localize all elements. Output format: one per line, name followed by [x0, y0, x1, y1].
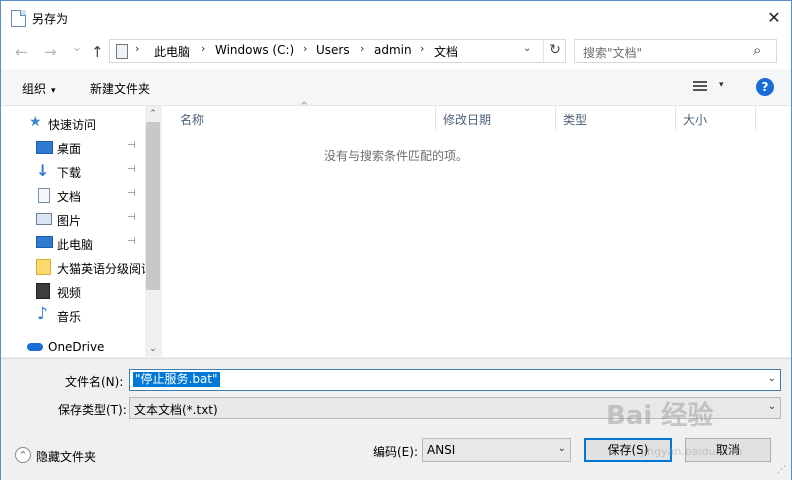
column-header-type[interactable]: 类型	[555, 106, 675, 130]
search-box[interactable]: 搜索"文档" ⌕	[574, 39, 777, 63]
sidebar-scrollbar[interactable]: ⌃ ⌄	[145, 106, 161, 357]
breadcrumb-separator: ›	[360, 42, 365, 55]
column-header-date[interactable]: 修改日期	[435, 106, 555, 130]
music-icon: ♪	[37, 304, 48, 324]
hide-folders-label: 隐藏文件夹	[36, 450, 97, 464]
scroll-up-button[interactable]: ⌃	[145, 106, 161, 122]
column-label: 名称	[180, 113, 205, 127]
watermark-url: jingyan.baidu.com	[641, 445, 743, 458]
sidebar-item-this-pc[interactable]: 此电脑 ⊣	[1, 232, 146, 254]
organize-button[interactable]: 组织 ▾	[22, 80, 56, 97]
chevron-down-icon[interactable]: ⌄	[768, 373, 776, 384]
sidebar-item-label: 文档	[57, 190, 82, 204]
sidebar-item-music[interactable]: ♪ 音乐	[1, 304, 146, 326]
pin-icon[interactable]: ⊣	[127, 188, 136, 199]
watermark-logo: Bai 经验	[606, 401, 714, 431]
column-label: 修改日期	[443, 113, 492, 127]
computer-icon	[116, 44, 128, 59]
chevron-down-icon[interactable]: ⌄	[558, 443, 566, 454]
title-bar: 另存为 ✕	[1, 1, 791, 35]
sidebar-item-label: 快速访问	[48, 118, 97, 132]
scroll-down-button[interactable]: ⌄	[145, 341, 161, 357]
organize-label: 组织	[22, 82, 47, 96]
breadcrumb-separator: ›	[135, 42, 140, 55]
sidebar-item-label: OneDrive	[48, 340, 105, 354]
picture-icon	[36, 213, 52, 225]
encoding-value: ANSI	[427, 443, 456, 457]
column-header-size[interactable]: 大小	[675, 106, 755, 130]
filename-field[interactable]: "停止服务.bat" ⌄	[129, 369, 781, 391]
breadcrumb-users[interactable]: Users	[316, 43, 350, 57]
pin-icon[interactable]: ⊣	[127, 164, 136, 175]
refresh-button[interactable]: ↻	[543, 40, 566, 62]
new-folder-button[interactable]: 新建文件夹	[90, 80, 150, 97]
window-title: 另存为	[32, 12, 69, 26]
breadcrumb-separator: ›	[303, 42, 308, 55]
star-icon: ★	[29, 114, 42, 130]
breadcrumb-this-pc[interactable]: 此电脑	[154, 43, 190, 60]
document-icon	[38, 188, 50, 203]
column-label: 类型	[563, 113, 588, 127]
filetype-label: 保存类型(T):	[58, 403, 127, 417]
encoding-label: 编码(E):	[373, 445, 418, 459]
navigation-pane: ★ 快速访问 桌面 ⊣ ↓ 下载 ⊣ 文档 ⊣ 图片 ⊣ 此电脑 ⊣ 大猫英语分…	[1, 106, 161, 357]
pin-icon[interactable]: ⊣	[127, 212, 136, 223]
folder-icon	[36, 259, 51, 275]
column-divider[interactable]	[755, 106, 756, 130]
breadcrumb-documents[interactable]: 文档	[434, 43, 458, 60]
sidebar-item-label: 下载	[57, 166, 82, 180]
filetype-value: 文本文档(*.txt)	[134, 403, 218, 417]
chevron-down-icon[interactable]: ⌄	[768, 401, 776, 412]
sidebar-item-folder[interactable]: 大猫英语分级阅读	[1, 256, 153, 278]
sidebar-item-label: 大猫英语分级阅读	[57, 262, 154, 276]
chevron-up-icon[interactable]: ^	[15, 447, 31, 463]
toolbar: 组织 ▾ 新建文件夹 ▾ ?	[1, 69, 791, 106]
document-icon	[11, 10, 26, 27]
view-options-icon[interactable]	[693, 81, 707, 91]
pin-icon[interactable]: ⊣	[127, 236, 136, 247]
file-list: ^ 名称 修改日期 类型 大小 没有与搜索条件匹配的项。	[162, 101, 791, 357]
recent-locations-button[interactable]: ⌄	[72, 40, 82, 54]
search-icon[interactable]: ⌕	[753, 41, 761, 59]
back-button[interactable]: ←	[15, 43, 28, 61]
breadcrumb-separator: ›	[201, 42, 206, 55]
save-as-dialog: 另存为 ✕ ← → ⌄ ↑ › 此电脑 › Windows (C:) › Use…	[0, 0, 792, 480]
column-header-name[interactable]: 名称	[172, 106, 435, 130]
computer-icon	[36, 236, 53, 248]
sidebar-item-label: 图片	[57, 214, 82, 228]
column-label: 大小	[683, 113, 708, 127]
sidebar-item-quick-access[interactable]: ★ 快速访问	[1, 112, 146, 134]
chevron-down-icon[interactable]: ⌄	[523, 43, 531, 54]
chevron-down-icon[interactable]: ▾	[719, 80, 724, 90]
search-input[interactable]: 搜索"文档"	[583, 44, 642, 61]
sidebar-item-documents[interactable]: 文档 ⊣	[1, 184, 146, 206]
video-icon	[36, 283, 50, 299]
empty-message: 没有与搜索条件匹配的项。	[323, 149, 468, 163]
address-bar[interactable]: › 此电脑 › Windows (C:) › Users › admin › 文…	[109, 39, 566, 63]
sidebar-item-onedrive[interactable]: OneDrive	[1, 336, 146, 357]
encoding-select[interactable]: ANSI ⌄	[422, 438, 571, 462]
up-button[interactable]: ↑	[91, 43, 104, 61]
breadcrumb-windows-c[interactable]: Windows (C:)	[215, 43, 294, 57]
breadcrumb-separator: ›	[420, 42, 425, 55]
breadcrumb-admin[interactable]: admin	[374, 43, 412, 57]
close-button[interactable]: ✕	[756, 1, 792, 35]
forward-button[interactable]: →	[44, 43, 57, 61]
sidebar-item-label: 音乐	[57, 310, 82, 324]
cloud-icon	[27, 343, 43, 351]
sidebar-item-label: 视频	[57, 286, 82, 300]
sidebar-item-videos[interactable]: 视频	[1, 280, 146, 302]
help-button[interactable]: ?	[756, 78, 774, 96]
filename-input[interactable]: "停止服务.bat"	[133, 372, 220, 387]
chevron-down-icon: ▾	[51, 86, 56, 96]
sidebar-item-pictures[interactable]: 图片 ⊣	[1, 208, 146, 230]
resize-grip-icon[interactable]: ⋰	[777, 465, 786, 475]
address-row: ← → ⌄ ↑ › 此电脑 › Windows (C:) › Users › a…	[1, 35, 791, 69]
sidebar-item-label: 此电脑	[57, 238, 94, 252]
filename-label: 文件名(N):	[65, 375, 124, 389]
